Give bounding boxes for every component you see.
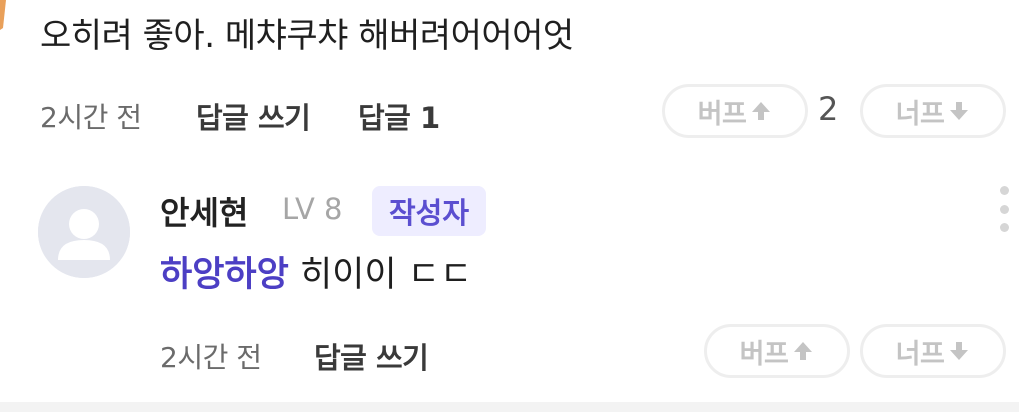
reply-body: 히이이 ㄷㄷ (288, 255, 473, 295)
avatar[interactable] (38, 186, 130, 278)
vote-count: 2 (818, 90, 839, 128)
arrow-up-icon (794, 342, 813, 360)
mention-link[interactable]: 하앙하앙 (160, 255, 289, 295)
downvote-label: 너프 (895, 98, 945, 130)
reply-text: 하앙하앙 히이이 ㄷㄷ (160, 246, 472, 297)
reply-write-button[interactable]: 답글 쓰기 (196, 95, 311, 137)
arrow-down-icon (950, 102, 969, 120)
edge-fragment (0, 0, 6, 30)
reply-upvote-button[interactable]: 버프 (704, 324, 850, 378)
more-dot (999, 186, 1009, 195)
downvote-label: 너프 (895, 338, 945, 370)
reply-downvote-button[interactable]: 너프 (860, 324, 1006, 378)
reply-write-button[interactable]: 답글 쓰기 (314, 335, 429, 377)
reply-author-level: LV 8 (282, 192, 343, 226)
downvote-button[interactable]: 너프 (860, 84, 1006, 138)
upvote-label: 버프 (697, 98, 747, 130)
arrow-up-icon (752, 102, 771, 120)
comment-text: 오히려 좋아. 메챠쿠챠 해버려어어어엇 (40, 16, 574, 56)
reply-timestamp: 2시간 전 (160, 341, 262, 374)
default-avatar-icon (38, 186, 130, 278)
upvote-button[interactable]: 버프 (662, 84, 808, 138)
arrow-down-icon (950, 342, 969, 360)
more-vertical-icon[interactable] (994, 186, 1014, 232)
comment-timestamp: 2시간 전 (40, 101, 142, 134)
upvote-label: 버프 (739, 338, 789, 370)
divider (0, 402, 1019, 412)
more-dot (999, 223, 1009, 232)
author-badge: 작성자 (372, 186, 486, 236)
more-dot (999, 204, 1009, 214)
reply-author-name[interactable]: 안세현 (160, 188, 248, 234)
view-replies-button[interactable]: 답글 1 (358, 95, 440, 137)
